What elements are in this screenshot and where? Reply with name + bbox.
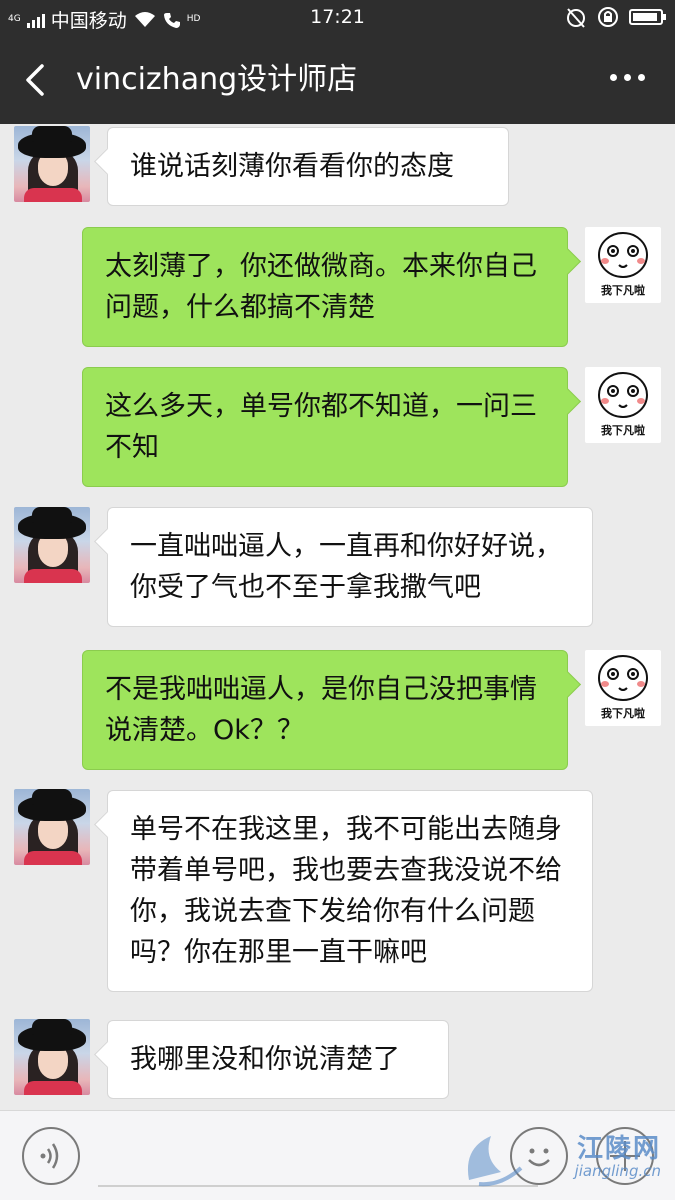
watermark-url: jiangling.cn [574,1162,661,1180]
message-bubble-incoming[interactable]: 一直咄咄逼人，一直再和你好好说，你受了气也不至于拿我撒气吧 [107,507,593,627]
sticker-caption: 我下凡啦 [601,284,645,297]
page-title: vincizhang设计师店 [76,62,358,97]
user-avatar[interactable]: 我下凡啦 [585,367,661,443]
watermark-name: 江陵网 [576,1134,661,1164]
sticker-face-icon [598,372,648,418]
chevron-left-icon [26,64,44,96]
voice-icon [40,1143,59,1169]
message-text: 我哪里没和你说清楚了 [130,1044,400,1075]
title-bar: vincizhang设计师店 [0,36,675,124]
contact-avatar[interactable] [14,126,90,202]
status-bar: 4G 中国移动 HD 17:21 [0,0,675,36]
message-bubble-incoming[interactable]: 我哪里没和你说清楚了 [107,1020,449,1099]
sticker-caption: 我下凡啦 [601,424,645,437]
battery-icon [629,9,666,25]
watermark-logo-icon [467,1136,523,1187]
message-text: 不是我咄咄逼人，是你自己没把事情说清楚。Ok？？ [105,674,537,746]
message-text: 一直咄咄逼人，一直再和你好好说，你受了气也不至于拿我撒气吧 [130,531,562,603]
message-text: 单号不在我这里，我不可能出去随身带着单号吧，我也要去查我没说不给你，我说去查下发… [130,814,562,968]
message-text: 太刻薄了，你还做微商。本来你自己问题，什么都搞不清楚 [105,251,537,323]
message-text: 谁说话刻薄你看看你的态度 [130,151,454,182]
alarm-off-icon [567,8,585,28]
chat-area[interactable]: 谁说话刻薄你看看你的态度 太刻薄了，你还做微商。本来你自己问题，什么都搞不清楚 … [0,124,675,1110]
more-button[interactable] [610,74,645,81]
sticker-face-icon [598,232,648,278]
message-bubble-outgoing[interactable]: 这么多天，单号你都不知道，一问三不知 [82,367,568,487]
watermark: 江陵网 jiangling.cn [461,1128,661,1190]
message-bubble-outgoing[interactable]: 不是我咄咄逼人，是你自己没把事情说清楚。Ok？？ [82,650,568,770]
voice-button[interactable] [22,1127,80,1185]
user-avatar[interactable]: 我下凡啦 [585,650,661,726]
message-bubble-outgoing[interactable]: 太刻薄了，你还做微商。本来你自己问题，什么都搞不清楚 [82,227,568,347]
contact-avatar[interactable] [14,789,90,865]
message-bubble-incoming[interactable]: 谁说话刻薄你看看你的态度 [107,127,509,206]
message-text: 这么多天，单号你都不知道，一问三不知 [105,391,537,463]
status-right [565,6,666,28]
more-dots-icon [610,74,617,81]
sticker-caption: 我下凡啦 [601,707,645,720]
contact-avatar[interactable] [14,507,90,583]
back-button[interactable] [18,58,58,102]
rotation-lock-icon [598,7,618,27]
sticker-face-icon [598,655,648,701]
contact-avatar[interactable] [14,1019,90,1095]
user-avatar[interactable]: 我下凡啦 [585,227,661,303]
message-bubble-incoming[interactable]: 单号不在我这里，我不可能出去随身带着单号吧，我也要去查我没说不给你，我说去查下发… [107,790,593,992]
